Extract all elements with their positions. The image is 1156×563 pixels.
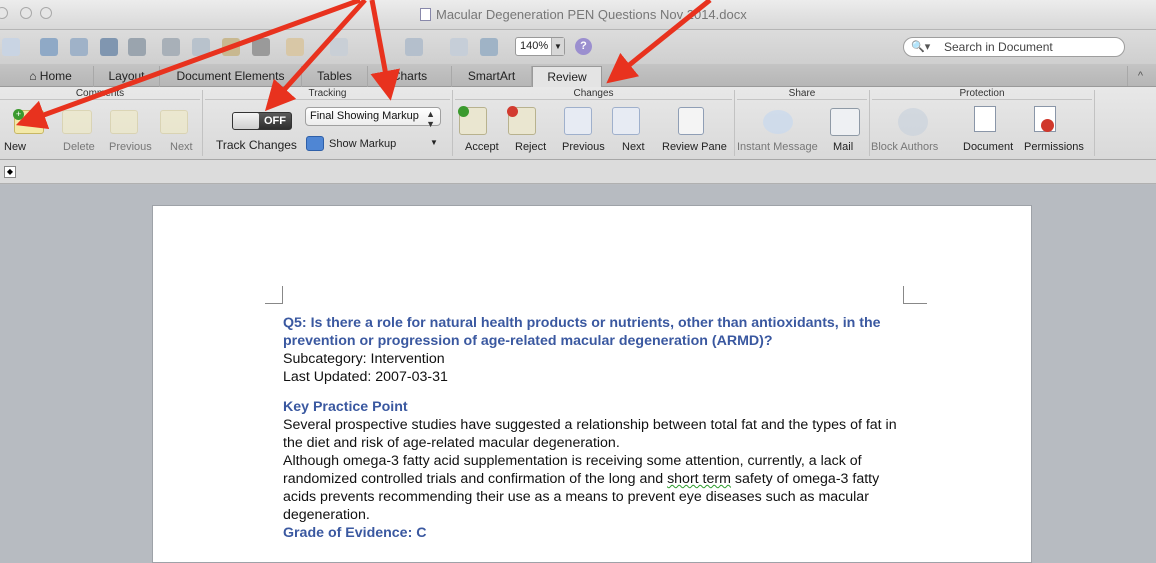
print-icon[interactable] [128, 38, 146, 56]
show-markup-button[interactable]: Show Markup [329, 138, 396, 150]
next-comment-icon [160, 110, 188, 134]
cut-icon[interactable] [162, 38, 180, 56]
show-markup-icon [306, 136, 324, 151]
toggle-knob [233, 113, 259, 129]
group-separator [869, 90, 870, 156]
next-comment-button: Next [170, 141, 193, 153]
mail-button[interactable]: Mail [833, 141, 853, 153]
tab-layout[interactable]: Layout [94, 66, 160, 87]
help-icon[interactable]: ? [575, 38, 592, 55]
group-title-tracking: Tracking [205, 88, 450, 100]
next-change-icon[interactable] [612, 107, 640, 135]
track-changes-toggle[interactable]: OFF [232, 112, 292, 130]
add-icon: + [13, 109, 24, 120]
permissions-icon[interactable] [1034, 106, 1056, 132]
window-title: Macular Degeneration PEN Questions Nov 2… [420, 7, 747, 22]
open-icon[interactable] [70, 38, 88, 56]
delete-comment-icon [62, 110, 92, 134]
group-separator [452, 90, 453, 156]
previous-change-button[interactable]: Previous [562, 141, 605, 153]
save-icon[interactable] [100, 38, 118, 56]
reject-icon[interactable] [507, 106, 536, 135]
instant-message-icon [763, 110, 793, 134]
track-changes-label: Track Changes [216, 138, 297, 152]
protect-document-icon[interactable] [974, 106, 996, 132]
group-title-protection: Protection [872, 88, 1092, 100]
previous-comment-icon [110, 110, 138, 134]
search-input[interactable] [944, 39, 1119, 55]
crop-mark [265, 286, 283, 304]
document-protection-button[interactable]: Document [963, 141, 1013, 153]
block-authors-icon [898, 108, 928, 136]
window-title-bar: Macular Degeneration PEN Questions Nov 2… [0, 0, 1156, 30]
previous-change-icon[interactable] [564, 107, 592, 135]
document-content[interactable]: Q5: Is there a role for natural health p… [283, 314, 903, 542]
crop-mark [903, 286, 927, 304]
reject-button[interactable]: Reject [515, 141, 546, 153]
group-separator [202, 90, 203, 156]
tab-home[interactable]: ⌂ Home [8, 66, 94, 87]
tab-smartart[interactable]: SmartArt [452, 66, 532, 87]
collapse-ribbon-button[interactable]: ^ [1127, 66, 1153, 86]
new-comment-button[interactable]: New [4, 141, 26, 153]
tab-charts[interactable]: Charts [368, 66, 452, 87]
sidebar-icon[interactable] [405, 38, 423, 56]
instant-message-button: Instant Message [737, 141, 818, 153]
question-heading: Q5: Is there a role for natural health p… [283, 315, 881, 349]
redo-icon[interactable] [330, 38, 348, 56]
grade-of-evidence: Grade of Evidence: C [283, 525, 427, 541]
ruler [0, 160, 1156, 184]
chevron-down-icon: ▼ [551, 38, 564, 55]
tab-stop-selector[interactable]: ◆ [4, 166, 16, 178]
format-painter-icon[interactable] [252, 38, 270, 56]
markup-view-select[interactable]: Final Showing Markup ▲ ▼ [305, 107, 441, 129]
group-separator [1094, 90, 1095, 156]
chevron-up-down-icon: ▲ ▼ [426, 109, 435, 129]
grammar-flagged-text[interactable]: short term [667, 471, 731, 487]
undo-icon[interactable] [286, 38, 304, 56]
group-title-share: Share [737, 88, 867, 100]
block-authors-button: Block Authors [871, 141, 939, 153]
paragraph: Several prospective studies have suggest… [283, 417, 897, 451]
accept-button[interactable]: Accept [465, 141, 499, 153]
zoom-select[interactable]: 140% ▼ [515, 37, 565, 56]
search-icon: 🔍▾ [911, 41, 931, 53]
new-document-icon[interactable] [2, 38, 20, 56]
subcategory-text: Subcategory: Intervention [283, 351, 445, 367]
delete-comment-button: Delete [63, 141, 95, 153]
home-icon: ⌂ [29, 69, 37, 83]
zoom-window-button[interactable] [40, 7, 52, 19]
templates-icon[interactable] [40, 38, 58, 56]
group-title-changes: Changes [455, 88, 732, 100]
search-field[interactable]: 🔍▾ [903, 37, 1125, 57]
paragraph: Although omega-3 fatty acid supplementat… [283, 453, 880, 523]
word-document-icon [420, 8, 431, 21]
gallery-icon[interactable] [480, 38, 498, 56]
minimize-window-button[interactable] [20, 7, 32, 19]
new-comment-icon[interactable]: + [13, 109, 44, 134]
check-badge-icon [458, 106, 469, 117]
accept-icon[interactable] [458, 106, 487, 135]
paste-icon[interactable] [222, 38, 240, 56]
tab-review[interactable]: Review [532, 66, 602, 88]
group-separator [734, 90, 735, 156]
next-change-button[interactable]: Next [622, 141, 645, 153]
tab-document-elements[interactable]: Document Elements [160, 66, 302, 87]
tab-tables[interactable]: Tables [302, 66, 368, 87]
x-badge-icon [507, 106, 518, 117]
toggle-state-label: OFF [264, 115, 286, 127]
mail-icon[interactable] [830, 108, 860, 136]
previous-comment-button: Previous [109, 141, 152, 153]
chevron-down-icon[interactable]: ▼ [430, 138, 438, 147]
permissions-button[interactable]: Permissions [1024, 141, 1084, 153]
review-pane-icon[interactable] [678, 107, 704, 135]
last-updated-text: Last Updated: 2007-03-31 [283, 369, 448, 385]
section-heading: Key Practice Point [283, 399, 408, 415]
no-entry-icon [1041, 119, 1054, 132]
copy-icon[interactable] [192, 38, 210, 56]
review-pane-button[interactable]: Review Pane [662, 141, 727, 153]
close-window-button[interactable] [0, 7, 8, 19]
table-icon[interactable] [450, 38, 468, 56]
group-title-comments: Comments [0, 88, 200, 100]
